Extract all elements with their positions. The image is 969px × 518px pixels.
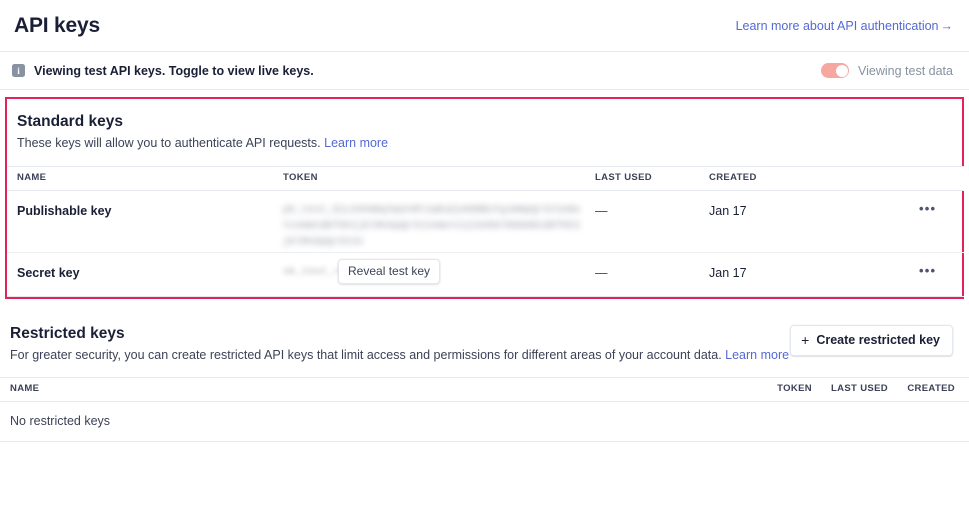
restricted-keys-table: NAME TOKEN LAST USED CREATED No restrict… (0, 377, 969, 442)
restricted-column-header-name: NAME (0, 377, 760, 402)
table-row[interactable]: Secret key sk_test_•••••••••••••••• Reve… (7, 252, 964, 297)
column-header-token: TOKEN (283, 165, 595, 191)
restricted-keys-header-row: NAME TOKEN LAST USED CREATED (0, 377, 969, 402)
restricted-keys-empty-message: No restricted keys (0, 401, 969, 442)
secret-key-created-cell: Jan 17 (709, 252, 919, 297)
column-header-name: NAME (7, 165, 283, 191)
standard-keys-learn-more-link[interactable]: Learn more (324, 136, 388, 150)
restricted-keys-title: Restricted keys (10, 324, 125, 342)
create-restricted-key-button[interactable]: + Create restricted key (790, 324, 953, 356)
restricted-keys-empty-row: No restricted keys (0, 401, 969, 442)
restricted-keys-section: Restricted keys For greater security, yo… (0, 311, 969, 442)
secret-key-created: Jan 17 (709, 265, 747, 280)
restricted-keys-header-text: Restricted keys For greater security, yo… (10, 325, 789, 365)
secret-key-name-cell: Secret key (7, 252, 283, 297)
test-mode-banner: i Viewing test API keys. Toggle to view … (0, 52, 969, 90)
publishable-key-last-used: — (595, 203, 608, 218)
standard-keys-highlight-box: Standard keys These keys will allow you … (5, 97, 964, 299)
standard-keys-header-text: Standard keys These keys will allow you … (17, 113, 388, 153)
publishable-key-token-masked: pk_test_51Lk9XmKp3qVnRt2wEaZyHd8BcFgJmNp… (283, 204, 581, 248)
restricted-column-header-last-used: LAST USED (812, 377, 888, 402)
secret-key-name: Secret key (17, 265, 80, 280)
secret-key-last-used-cell: — (595, 252, 709, 297)
secret-key-token-cell[interactable]: sk_test_•••••••••••••••• Reveal test key (283, 252, 595, 297)
restricted-keys-table-body: No restricted keys (0, 401, 969, 442)
column-header-actions (919, 165, 964, 191)
arrow-right-icon: → (940, 18, 954, 33)
publishable-key-created: Jan 17 (709, 203, 747, 218)
column-header-last-used: LAST USED (595, 165, 709, 191)
info-icon: i (12, 64, 25, 77)
create-restricted-key-label: Create restricted key (816, 332, 940, 347)
secret-key-actions-cell: ••• (919, 252, 964, 297)
publishable-key-name: Publishable key (17, 203, 112, 218)
api-authentication-link-label: Learn more about API authentication (735, 18, 939, 33)
plus-icon: + (801, 331, 810, 348)
test-data-toggle-label: Viewing test data (858, 63, 953, 78)
restricted-keys-learn-more-link[interactable]: Learn more (725, 348, 789, 362)
standard-keys-header: Standard keys These keys will allow you … (7, 99, 962, 166)
standard-keys-description-text: These keys will allow you to authenticat… (17, 136, 321, 150)
restricted-column-header-token: TOKEN (760, 377, 812, 402)
publishable-key-created-cell: Jan 17 (709, 190, 919, 253)
column-header-created: CREATED (709, 165, 919, 191)
test-mode-banner-left: i Viewing test API keys. Toggle to view … (12, 64, 314, 78)
restricted-keys-description: For greater security, you can create res… (10, 347, 789, 365)
restricted-keys-description-text: For greater security, you can create res… (10, 347, 722, 362)
publishable-key-last-used-cell: — (595, 190, 709, 253)
test-data-toggle[interactable] (821, 63, 850, 78)
api-authentication-link[interactable]: Learn more about API authentication → (736, 19, 953, 33)
overflow-menu-icon[interactable]: ••• (919, 191, 936, 215)
reveal-test-key-button[interactable]: Reveal test key (338, 258, 441, 284)
publishable-key-name-cell: Publishable key (7, 190, 283, 253)
test-mode-banner-right: Viewing test data (821, 63, 953, 78)
test-mode-message: Viewing test API keys. Toggle to view li… (34, 63, 314, 78)
table-row[interactable]: Publishable key pk_test_51Lk9XmKp3qVnRt2… (7, 190, 964, 253)
publishable-key-actions-cell: ••• (919, 190, 964, 253)
standard-keys-header-row: NAME TOKEN LAST USED CREATED (7, 165, 964, 191)
standard-keys-description: These keys will allow you to authenticat… (17, 135, 388, 153)
restricted-keys-table-head: NAME TOKEN LAST USED CREATED (0, 377, 969, 402)
page-title: API keys (14, 13, 100, 37)
page-header: API keys Learn more about API authentica… (0, 0, 969, 52)
standard-keys-title: Standard keys (17, 113, 123, 130)
secret-token-wrap: sk_test_•••••••••••••••• Reveal test key (283, 253, 595, 296)
standard-keys-table: NAME TOKEN LAST USED CREATED Publishable… (7, 165, 964, 297)
publishable-token-wrap: pk_test_51Lk9XmKp3qVnRt2wEaZyHd8BcFgJmNp… (283, 191, 595, 251)
secret-key-last-used: — (595, 265, 608, 280)
overflow-menu-icon[interactable]: ••• (919, 253, 936, 277)
standard-keys-table-head: NAME TOKEN LAST USED CREATED (7, 165, 964, 191)
restricted-column-header-created: CREATED (888, 377, 969, 402)
restricted-keys-header: Restricted keys For greater security, yo… (0, 311, 969, 378)
toggle-knob (835, 64, 848, 77)
standard-keys-table-body: Publishable key pk_test_51Lk9XmKp3qVnRt2… (7, 190, 964, 297)
publishable-key-token-cell[interactable]: pk_test_51Lk9XmKp3qVnRt2wEaZyHd8BcFgJmNp… (283, 190, 595, 253)
